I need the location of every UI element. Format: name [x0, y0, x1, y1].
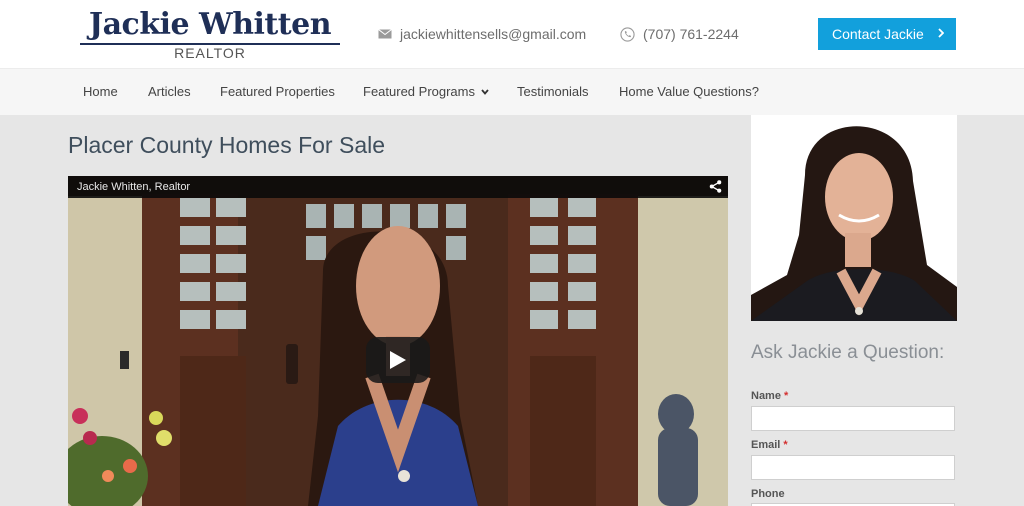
- realtor-portrait: [751, 115, 957, 321]
- header-email[interactable]: jackiewhittensells@gmail.com: [378, 24, 586, 44]
- contact-button-label: Contact Jackie: [832, 26, 924, 42]
- form-heading: Ask Jackie a Question:: [751, 342, 945, 363]
- nav-item-home-value-questions[interactable]: Home Value Questions?: [619, 84, 759, 99]
- phone-text: (707) 761-2244: [643, 26, 739, 42]
- play-icon: [390, 351, 406, 369]
- name-required-mark: *: [784, 390, 789, 402]
- email-text: jackiewhittensells@gmail.com: [400, 26, 587, 42]
- contact-jackie-button[interactable]: Contact Jackie: [818, 18, 956, 50]
- main-navigation: Home Articles Featured Properties Featur…: [0, 68, 1024, 115]
- site-header: Jackie Whitten REALTOR jackiewhittensell…: [0, 0, 1024, 68]
- email-input[interactable]: [751, 455, 955, 480]
- video-player[interactable]: Jackie Whitten, Realtor: [68, 176, 728, 506]
- site-logo[interactable]: Jackie Whitten REALTOR: [78, 8, 342, 62]
- nav-item-featured-properties[interactable]: Featured Properties: [220, 84, 335, 99]
- phone-label-text: Phone: [751, 488, 785, 500]
- nav-item-testimonials[interactable]: Testimonials: [517, 84, 589, 99]
- name-field-label: Name *: [751, 390, 788, 402]
- video-play-button[interactable]: [366, 337, 430, 383]
- video-title-bar: Jackie Whitten, Realtor: [68, 176, 728, 198]
- page-title: Placer County Homes For Sale: [68, 132, 386, 158]
- nav-item-featured-programs[interactable]: Featured Programs: [363, 84, 489, 99]
- nav-item-featured-programs-label: Featured Programs: [363, 84, 475, 99]
- nav-item-articles[interactable]: Articles: [148, 84, 191, 99]
- logo-subtitle: REALTOR: [174, 45, 246, 61]
- email-label-text: Email: [751, 439, 781, 451]
- chevron-down-icon: [481, 89, 489, 95]
- name-label-text: Name: [751, 390, 781, 402]
- phone-field-label: Phone: [751, 488, 785, 500]
- header-phone[interactable]: (707) 761-2244: [620, 24, 739, 44]
- video-title[interactable]: Jackie Whitten, Realtor: [77, 181, 190, 193]
- share-icon[interactable]: [709, 180, 722, 193]
- realtor-photo: [751, 115, 957, 321]
- email-field-label: Email *: [751, 439, 788, 451]
- chevron-right-icon: [938, 28, 944, 38]
- logo-name: Jackie Whitten: [88, 7, 332, 42]
- phone-icon: [620, 26, 635, 42]
- envelope-icon: [378, 29, 392, 39]
- email-required-mark: *: [783, 439, 788, 451]
- name-input[interactable]: [751, 406, 955, 431]
- nav-item-home[interactable]: Home: [83, 84, 118, 99]
